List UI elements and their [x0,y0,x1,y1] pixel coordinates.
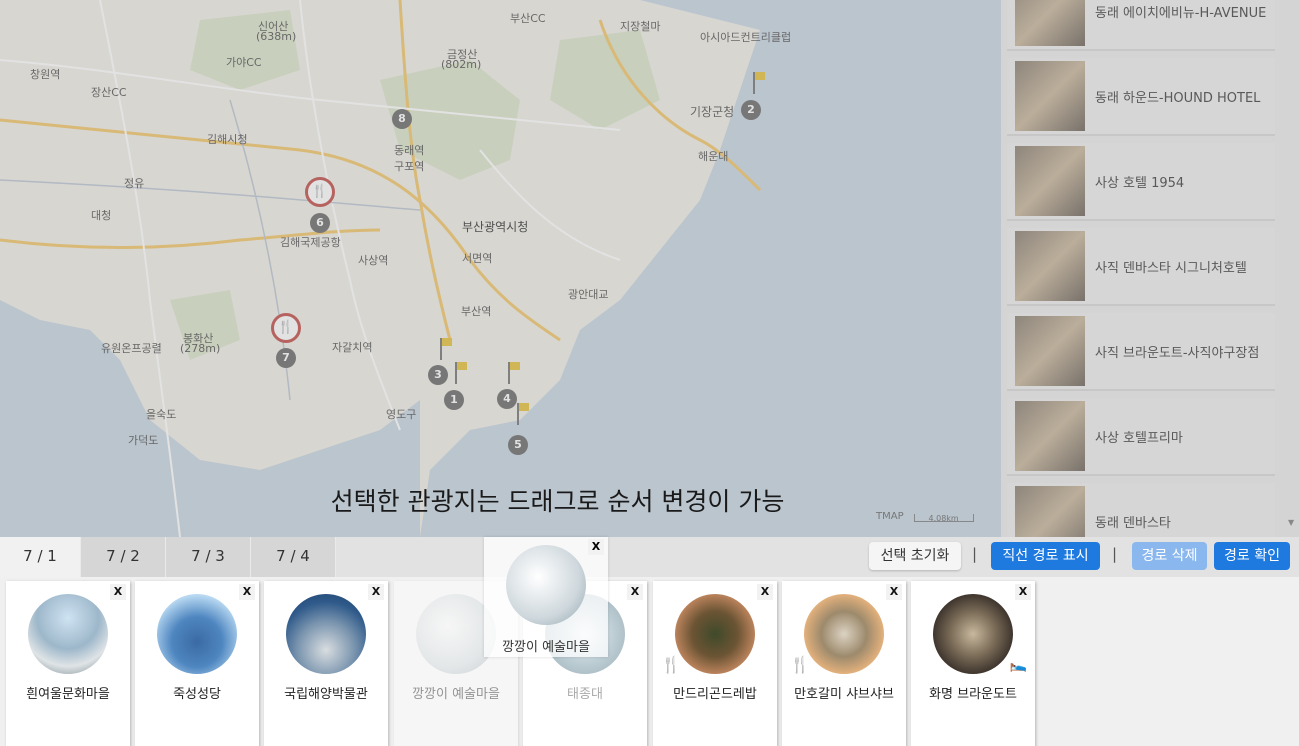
place-name: 죽성성당 [173,687,221,702]
place-photo [28,594,108,674]
remove-place-button[interactable]: X [886,584,902,600]
remove-place-button[interactable]: X [627,584,643,600]
tab-day-2[interactable]: 7 / 2 [81,537,166,577]
delete-route-button[interactable]: 경로 삭제 [1132,542,1207,570]
bed-icon: 🛌 [1009,657,1027,673]
place-card[interactable]: X 흰여울문화마을 [6,581,130,746]
separator: | [1112,545,1118,563]
drag-hint-caption: 선택한 관광지는 드래그로 순서 변경이 가능 [330,487,785,516]
hotel-dim-overlay [1001,0,1299,537]
tab-day-3[interactable]: 7 / 3 [166,537,251,577]
place-name: 깡깡이 예술마을 [502,640,590,655]
place-name: 태종대 [567,687,603,702]
tab-day-1[interactable]: 7 / 1 [0,537,81,577]
place-name: 화명 브라운도트 [929,687,1017,702]
day-tab-bar: 7 / 1 7 / 2 7 / 3 7 / 4 선택 초기화 | 직선 경로 표… [0,537,1299,577]
place-name: 흰여울문화마을 [26,687,110,702]
confirm-route-button[interactable]: 경로 확인 [1214,542,1290,570]
place-card[interactable]: X 국립해양박물관 [264,581,388,746]
remove-place-button[interactable]: X [1015,584,1031,600]
place-card[interactable]: 🛌 X 화명 브라운도트 [911,581,1035,746]
dragging-place-card[interactable]: X 깡깡이 예술마을 [484,537,608,657]
remove-place-button[interactable]: X [368,584,384,600]
map-dim-overlay [0,0,1001,537]
place-photo [933,594,1013,674]
scroll-down-arrow-icon[interactable]: ▼ [1288,518,1296,528]
place-photo [286,594,366,674]
straight-route-button[interactable]: 직선 경로 표시 [991,542,1100,570]
place-name: 깡깡이 예술마을 [412,687,500,702]
reset-selection-button[interactable]: 선택 초기화 [869,542,961,570]
restaurant-icon: 🍴 [790,655,810,674]
place-photo [506,545,586,625]
place-card[interactable]: 🍴 X 만드리곤드레밥 [653,581,777,746]
remove-place-button[interactable]: X [110,584,126,600]
place-photo [675,594,755,674]
place-name: 만호갈미 샤브샤브 [794,687,894,702]
place-card-list: X 흰여울문화마을 X 죽성성당 X 국립해양박물관 깡깡이 예술마을 X 태종… [0,577,1299,746]
remove-place-button[interactable]: X [757,584,773,600]
place-name: 만드리곤드레밥 [673,687,757,702]
hotel-list[interactable]: 동래 에이치에비뉴-H-AVENUE 동래 하운드-HOUND HOTEL 사상… [1001,0,1299,537]
restaurant-icon: 🍴 [661,655,681,674]
separator: | [972,545,978,563]
tab-day-4[interactable]: 7 / 4 [251,537,336,577]
remove-place-button[interactable]: X [239,584,255,600]
route-map[interactable]: 신어산 (638m) 가야CC 금정산 (802m) 장산CC 김해시청 김해국… [0,0,1001,537]
remove-place-button[interactable]: X [588,539,604,555]
place-card[interactable]: X 죽성성당 [135,581,259,746]
place-name: 국립해양박물관 [284,687,368,702]
place-photo [804,594,884,674]
place-photo [157,594,237,674]
place-card[interactable]: 🍴 X 만호갈미 샤브샤브 [782,581,906,746]
